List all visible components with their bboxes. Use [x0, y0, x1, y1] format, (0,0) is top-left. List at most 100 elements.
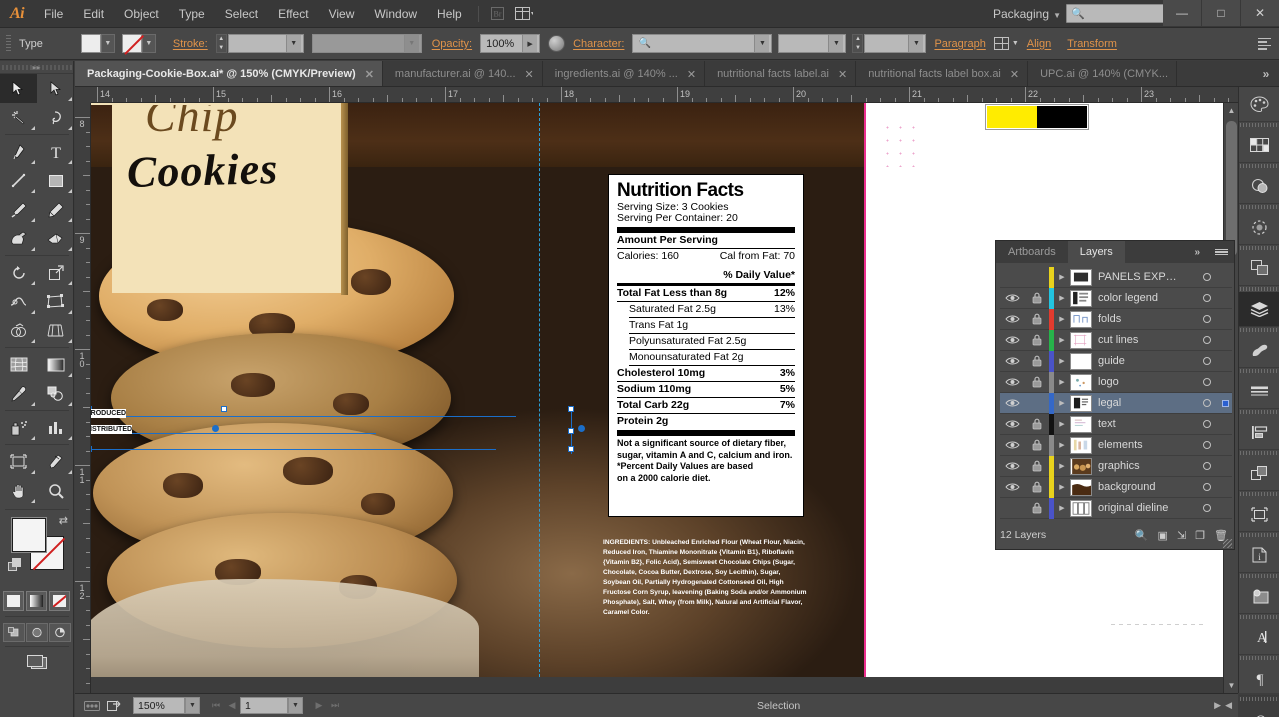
layer-target-indicator[interactable] [1196, 399, 1218, 407]
close-tab-icon[interactable]: ✕ [365, 68, 374, 81]
shape-builder-tool[interactable] [0, 316, 37, 345]
width-tool[interactable] [0, 287, 37, 316]
perspective-grid-tool[interactable] [37, 316, 74, 345]
layer-target-indicator[interactable] [1196, 315, 1218, 323]
layer-target-indicator[interactable] [1196, 462, 1218, 470]
magic-wand-tool[interactable] [0, 103, 37, 132]
document-tab-1[interactable]: manufacturer.ai @ 140...✕ [383, 61, 543, 87]
selection-tool[interactable] [0, 74, 37, 103]
layer-row-logo[interactable]: ▶logo [1000, 372, 1232, 393]
dock-group-grip[interactable] [1239, 285, 1279, 292]
menu-object[interactable]: Object [114, 0, 169, 28]
collapse-panel-icon[interactable]: » [1194, 241, 1200, 263]
layer-row-folds[interactable]: ▶folds [1000, 309, 1232, 330]
share-on-behance-icon[interactable] [103, 697, 125, 715]
control-bar-menu-icon[interactable] [1258, 38, 1271, 50]
close-tab-icon[interactable]: ✕ [1010, 68, 1019, 81]
document-info-panel-icon[interactable]: i [1239, 538, 1279, 572]
pen-tool[interactable] [0, 137, 37, 166]
minimize-button[interactable]: — [1163, 0, 1201, 26]
transform-panel-icon[interactable] [1239, 456, 1279, 490]
draw-normal-button[interactable] [3, 623, 25, 642]
dock-group-grip[interactable] [1239, 162, 1279, 169]
paragraph-panel-icon[interactable]: ¶ [1239, 661, 1279, 695]
maximize-button[interactable]: □ [1202, 0, 1240, 26]
layer-lock-toggle[interactable] [1025, 376, 1049, 388]
document-tab-0[interactable]: Packaging-Cookie-Box.ai* @ 150% (CMYK/Pr… [75, 61, 383, 87]
vertical-scroll-thumb[interactable] [1226, 121, 1237, 256]
transform-label[interactable]: Transform [1067, 38, 1117, 50]
swap-fill-stroke-icon[interactable]: ⇄ [59, 514, 68, 527]
control-bar-grip[interactable] [6, 35, 11, 53]
layer-target-indicator[interactable] [1196, 357, 1218, 365]
font-size-stepper[interactable]: ▲▼ [852, 34, 863, 53]
artboards-panel-icon[interactable] [1239, 497, 1279, 531]
layer-row-color-legend[interactable]: ▶color legend [1000, 288, 1232, 309]
dock-group-grip[interactable] [1239, 572, 1279, 579]
selection-handle-tr[interactable] [568, 406, 574, 412]
symbol-sprayer-tool[interactable] [0, 413, 37, 442]
opacity-field[interactable]: 100% ▶ [480, 34, 540, 53]
close-tab-icon[interactable]: ✕ [687, 68, 696, 81]
dock-group-grip[interactable] [1239, 531, 1279, 538]
layers-panel-icon[interactable] [1239, 292, 1279, 326]
direct-selection-tool[interactable] [37, 74, 74, 103]
status-collapse-arrow-icon[interactable]: ◀ [1225, 700, 1232, 711]
dock-group-grip[interactable] [1239, 490, 1279, 497]
dock-group-grip[interactable] [1239, 244, 1279, 251]
layer-row-guide[interactable]: ▶guide [1000, 351, 1232, 372]
layer-expand-chevron-right-icon[interactable]: ▶ [1054, 399, 1070, 407]
fill-dropdown-icon[interactable]: ▼ [101, 34, 115, 53]
preflight-icon[interactable] [81, 697, 103, 715]
ruler-origin[interactable] [75, 87, 91, 103]
dock-group-grip[interactable] [1239, 654, 1279, 661]
layer-lock-toggle[interactable] [1025, 460, 1049, 472]
layer-expand-chevron-right-icon[interactable]: ▶ [1054, 462, 1070, 470]
panel-resize-handle[interactable] [1223, 539, 1232, 548]
layer-row-legal[interactable]: ▶legal [1000, 393, 1232, 414]
rotate-tool[interactable] [0, 258, 37, 287]
stroke-label[interactable]: Stroke: [173, 38, 208, 50]
artboard-tool[interactable] [0, 447, 37, 476]
panel-menu-icon[interactable] [1215, 241, 1228, 263]
layer-lock-toggle[interactable] [1025, 334, 1049, 346]
layer-expand-chevron-right-icon[interactable]: ▶ [1054, 420, 1070, 428]
layer-visibility-toggle[interactable] [1000, 461, 1025, 471]
scale-tool[interactable] [37, 258, 74, 287]
lasso-tool[interactable] [37, 103, 74, 132]
dock-group-grip[interactable] [1239, 203, 1279, 210]
layer-lock-toggle[interactable] [1025, 502, 1049, 514]
layer-expand-chevron-right-icon[interactable]: ▶ [1054, 483, 1070, 491]
layer-lock-toggle[interactable] [1025, 313, 1049, 325]
change-screen-mode-button[interactable] [0, 649, 73, 671]
selection-handle-br[interactable] [568, 446, 574, 452]
last-artboard-button[interactable]: ⏭ [327, 697, 343, 714]
menu-window[interactable]: Window [364, 0, 427, 28]
fill-color-swatch[interactable] [12, 518, 46, 552]
document-tab-2[interactable]: ingredients.ai @ 140% ...✕ [543, 61, 705, 87]
text-wrap-icon[interactable] [994, 37, 1009, 50]
pencil-tool[interactable] [37, 195, 74, 224]
blob-brush-tool[interactable] [0, 224, 37, 253]
layer-lock-toggle[interactable] [1025, 439, 1049, 451]
align-panel-icon[interactable] [1239, 415, 1279, 449]
stroke-panel-icon[interactable] [1239, 374, 1279, 408]
layer-row-background[interactable]: ▶background [1000, 477, 1232, 498]
stroke-profile-field[interactable]: ▼ [312, 34, 422, 53]
paragraph-label[interactable]: Paragraph [934, 38, 985, 50]
layer-visibility-toggle[interactable] [1000, 377, 1025, 387]
close-tab-icon[interactable]: ✕ [525, 68, 534, 81]
menu-help[interactable]: Help [427, 0, 472, 28]
scroll-down-arrow-icon[interactable]: ▼ [1224, 678, 1238, 693]
next-artboard-button[interactable]: ▶ [311, 697, 327, 714]
layer-target-indicator[interactable] [1196, 378, 1218, 386]
dock-group-grip[interactable] [1239, 326, 1279, 333]
stroke-dropdown-icon[interactable]: ▼ [142, 34, 156, 53]
menu-type[interactable]: Type [169, 0, 215, 28]
free-transform-tool[interactable] [37, 287, 74, 316]
layer-row-panels-exp[interactable]: ▶PANELS EXP… [1000, 267, 1232, 288]
artboard-number-field[interactable]: 1 [240, 697, 288, 714]
layer-target-indicator[interactable] [1196, 420, 1218, 428]
font-size-field[interactable]: ▼ [864, 34, 926, 53]
dock-group-grip[interactable] [1239, 408, 1279, 415]
